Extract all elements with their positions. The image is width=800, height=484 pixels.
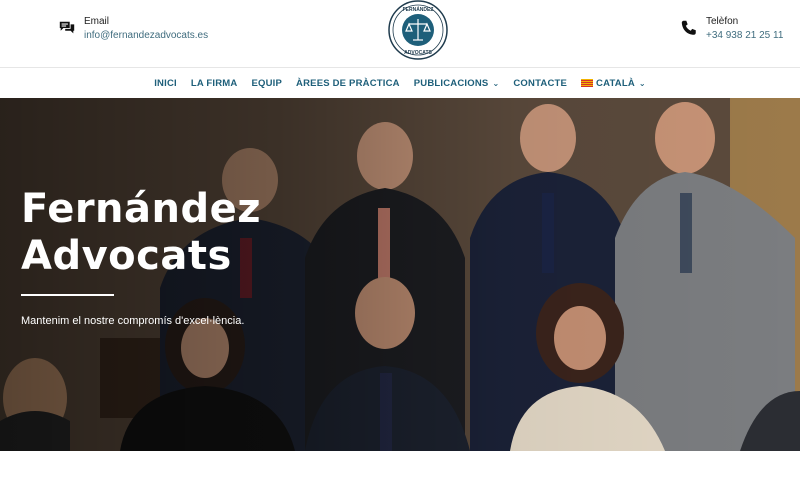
nav-item-equip[interactable]: EQUIP — [251, 78, 282, 89]
nav-item-publicacions[interactable]: PUBLICACIONS ⌄ — [414, 78, 500, 89]
nav-label: ÀREES DE PRÀCTICA — [296, 77, 400, 89]
catalan-flag-icon — [581, 79, 594, 87]
logo-top-text: FERNÁNDEZ — [403, 6, 434, 13]
nav-item-arees-de-practica[interactable]: ÀREES DE PRÀCTICA — [296, 78, 400, 89]
main-nav: INICI LA FIRMA EQUIP ÀREES DE PRÀCTICA P… — [0, 68, 800, 98]
nav-item-contacte[interactable]: CONTACTE — [513, 78, 567, 89]
hero-title: Fernández Advocats — [21, 186, 321, 280]
hero-title-line-1: Fernández — [21, 186, 262, 232]
nav-item-inici[interactable]: INICI — [154, 78, 177, 89]
nav-label: PUBLICACIONS — [413, 77, 489, 89]
nav-label: INICI — [154, 77, 177, 89]
phone-label: Telèfon — [706, 16, 739, 27]
email-label: Email — [84, 16, 110, 27]
hero-title-line-2: Advocats — [21, 233, 232, 279]
hero-divider — [21, 294, 114, 296]
nav-item-la-firma[interactable]: LA FIRMA — [191, 78, 238, 89]
nav-label: EQUIP — [251, 77, 283, 89]
site-header: Email info@fernandezadvocats.es FERNÁNDE… — [0, 0, 800, 67]
phone-contact[interactable]: Telèfon +34 938 21 25 11 — [680, 15, 783, 43]
firm-logo[interactable]: FERNÁNDEZ ADVOCATS — [386, 0, 450, 60]
chevron-down-icon: ⌄ — [638, 78, 646, 88]
language-label: CATALÀ — [596, 77, 635, 89]
language-selector[interactable]: CATALÀ ⌄ — [581, 78, 646, 89]
nav-label: CONTACTE — [513, 77, 568, 89]
page-content-start — [0, 451, 800, 484]
chat-bubbles-icon — [59, 21, 75, 34]
nav-label: LA FIRMA — [190, 77, 238, 89]
phone-link[interactable]: +34 938 21 25 11 — [706, 29, 783, 43]
email-link[interactable]: info@fernandezadvocats.es — [84, 29, 208, 43]
phone-icon — [681, 20, 696, 35]
hero-subtitle: Mantenim el nostre compromís d'excel·lèn… — [21, 315, 245, 327]
email-contact[interactable]: Email info@fernandezadvocats.es — [58, 15, 208, 43]
chevron-down-icon: ⌄ — [492, 78, 500, 88]
hero-banner: Fernández Advocats Mantenim el nostre co… — [0, 98, 800, 451]
logo-bottom-text: ADVOCATS — [404, 50, 432, 56]
